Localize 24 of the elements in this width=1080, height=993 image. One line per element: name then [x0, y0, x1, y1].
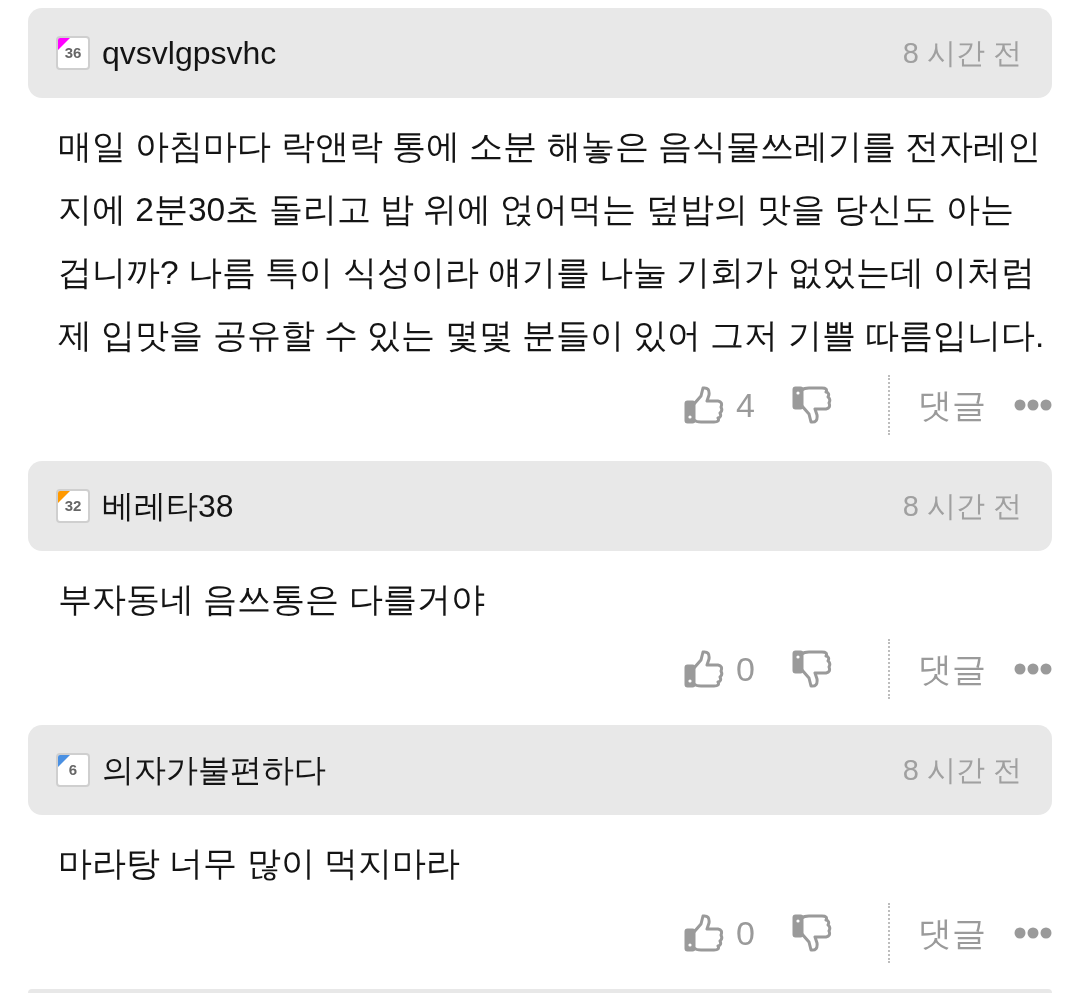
like-count: 4: [736, 385, 756, 425]
comment-text: 부자동네 음쓰통은 다를거야: [58, 580, 486, 620]
like-count: 0: [736, 913, 756, 953]
more-icon[interactable]: [1014, 663, 1052, 675]
comment-time: 8 시간 전: [902, 35, 1022, 71]
comment-time: 8 시간 전: [902, 752, 1022, 788]
like-count: 0: [736, 649, 756, 689]
thumbs-down-icon[interactable]: [792, 649, 832, 689]
comment-text: 매일 아침마다 락앤락 통에 소분 해놓은 음식물쓰레기를 전자레인지에 2분30초 돌리고 밥 위에 얹어먹는 덮밥의 맛을 당신도 아는 겁니까? 나름 특이 식성이라 얘기를 나눌 기회가 없었는데 이처럼 제 입맛을 공유할 수 있는 몇몇 분들이 있어 그저 기쁠 따름입니다.: [58, 127, 1046, 356]
thumbs-up-icon[interactable]: [684, 385, 724, 425]
level-number: 32: [64, 498, 82, 514]
thumbs-down-icon[interactable]: [792, 385, 832, 425]
thumbs-up-icon[interactable]: [684, 649, 724, 689]
thumbs-down-icon[interactable]: [792, 913, 832, 953]
comment-text: 마라탕 너무 많이 먹지마라: [58, 844, 461, 884]
author-name[interactable]: 베레타38: [102, 486, 234, 526]
level-number: 36: [64, 45, 82, 61]
more-icon[interactable]: [1014, 927, 1052, 939]
level-number: 6: [68, 762, 78, 778]
more-icon[interactable]: [1014, 399, 1052, 411]
thumbs-up-icon[interactable]: [684, 913, 724, 953]
author-name[interactable]: 의자가불편하다: [102, 750, 326, 790]
author-name[interactable]: qvsvlgpsvhc: [102, 33, 277, 73]
comment-time: 8 시간 전: [902, 488, 1022, 524]
